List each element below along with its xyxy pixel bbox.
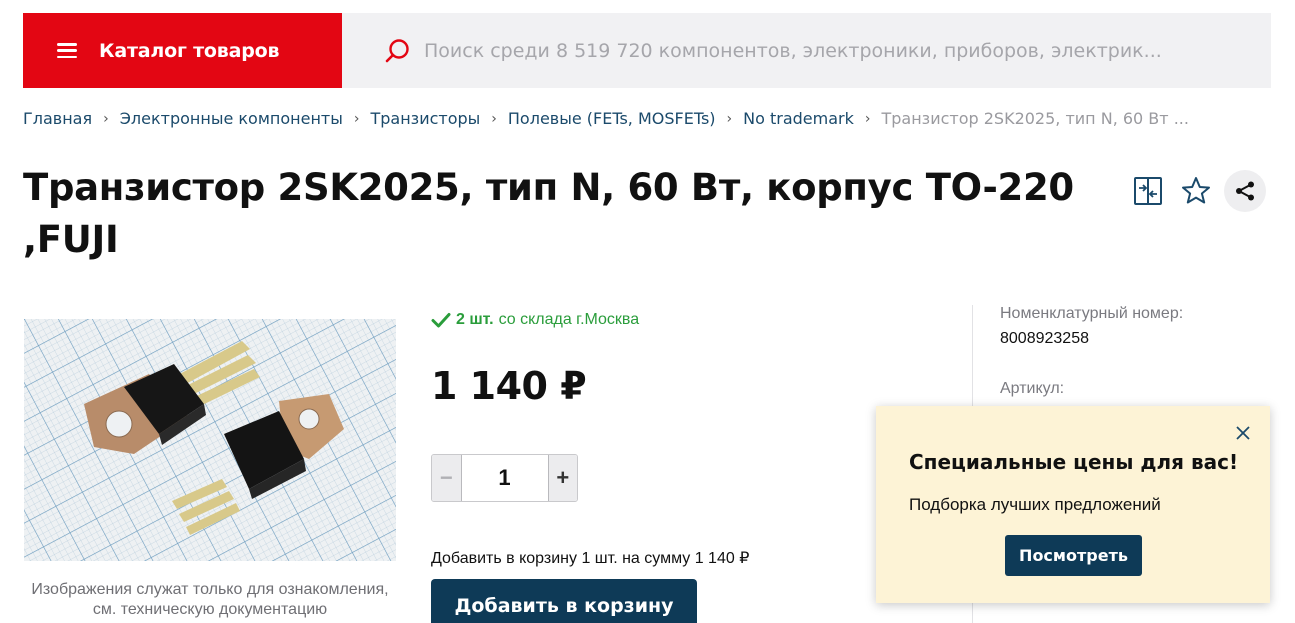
breadcrumb-separator: › xyxy=(491,110,497,127)
breadcrumb-separator: › xyxy=(864,110,871,127)
search-bar[interactable] xyxy=(342,13,1271,88)
stock-status: 2 шт. со склада г.Москва xyxy=(431,311,639,329)
share-button[interactable] xyxy=(1224,170,1266,212)
compare-icon xyxy=(1134,177,1162,205)
breadcrumb-current: Транзистор 2SK2025, тип N, 60 Вт ... xyxy=(881,109,1189,128)
sku-label: Номенклатурный номер: xyxy=(1000,305,1184,322)
search-icon[interactable] xyxy=(384,38,410,64)
quantity-stepper: − + xyxy=(431,454,578,502)
checkmark-icon xyxy=(431,313,451,328)
decrease-quantity-button[interactable]: − xyxy=(432,455,461,501)
popup-title: Специальные цены для вас! xyxy=(909,450,1239,474)
add-to-cart-button[interactable]: Добавить в корзину xyxy=(431,579,697,623)
breadcrumb-link-electronic-components[interactable]: Электронные компоненты xyxy=(120,109,343,128)
page-title: Транзистор 2SK2025, тип N, 60 Вт, корпус… xyxy=(23,166,1074,261)
breadcrumb-link-home[interactable]: Главная xyxy=(23,109,92,128)
breadcrumb: Главная › Электронные компоненты › Транз… xyxy=(23,109,1189,128)
breadcrumb-link-brand[interactable]: No trademark xyxy=(743,109,854,128)
special-offer-popup: Специальные цены для вас! Подборка лучши… xyxy=(876,406,1270,603)
favorite-button[interactable] xyxy=(1176,171,1216,211)
increase-quantity-button[interactable]: + xyxy=(548,455,577,501)
breadcrumb-separator: › xyxy=(103,110,109,127)
close-icon[interactable] xyxy=(1234,424,1252,442)
compare-button[interactable] xyxy=(1128,171,1168,211)
menu-icon xyxy=(57,43,77,58)
catalog-label: Каталог товаров xyxy=(99,39,280,62)
search-input[interactable] xyxy=(424,39,1234,62)
article-label: Артикул: xyxy=(1000,380,1065,397)
product-image[interactable] xyxy=(24,319,396,561)
popup-text: Подборка лучших предложений xyxy=(909,495,1161,514)
transistor-photo xyxy=(24,319,396,561)
sku-value: 8008923258 xyxy=(1000,330,1089,347)
breadcrumb-separator: › xyxy=(353,110,360,127)
breadcrumb-separator: › xyxy=(726,110,733,127)
product-price: 1 140 ₽ xyxy=(431,364,587,408)
view-offers-button[interactable]: Посмотреть xyxy=(1005,535,1142,576)
breadcrumb-link-fets[interactable]: Полевые (FETs, MOSFETs) xyxy=(508,109,716,128)
share-icon xyxy=(1236,181,1254,201)
stock-quantity: 2 шт. xyxy=(456,311,494,328)
catalog-button[interactable]: Каталог товаров xyxy=(23,13,342,88)
cart-summary: Добавить в корзину 1 шт. на сумму 1 140 … xyxy=(431,550,750,567)
star-icon xyxy=(1182,177,1210,204)
image-caption: Изображения служат только для ознакомлен… xyxy=(31,581,389,618)
product-actions xyxy=(1128,170,1266,212)
quantity-input[interactable] xyxy=(460,455,549,501)
stock-location: со склада г.Москва xyxy=(498,311,640,328)
breadcrumb-link-transistors[interactable]: Транзисторы xyxy=(370,109,480,128)
